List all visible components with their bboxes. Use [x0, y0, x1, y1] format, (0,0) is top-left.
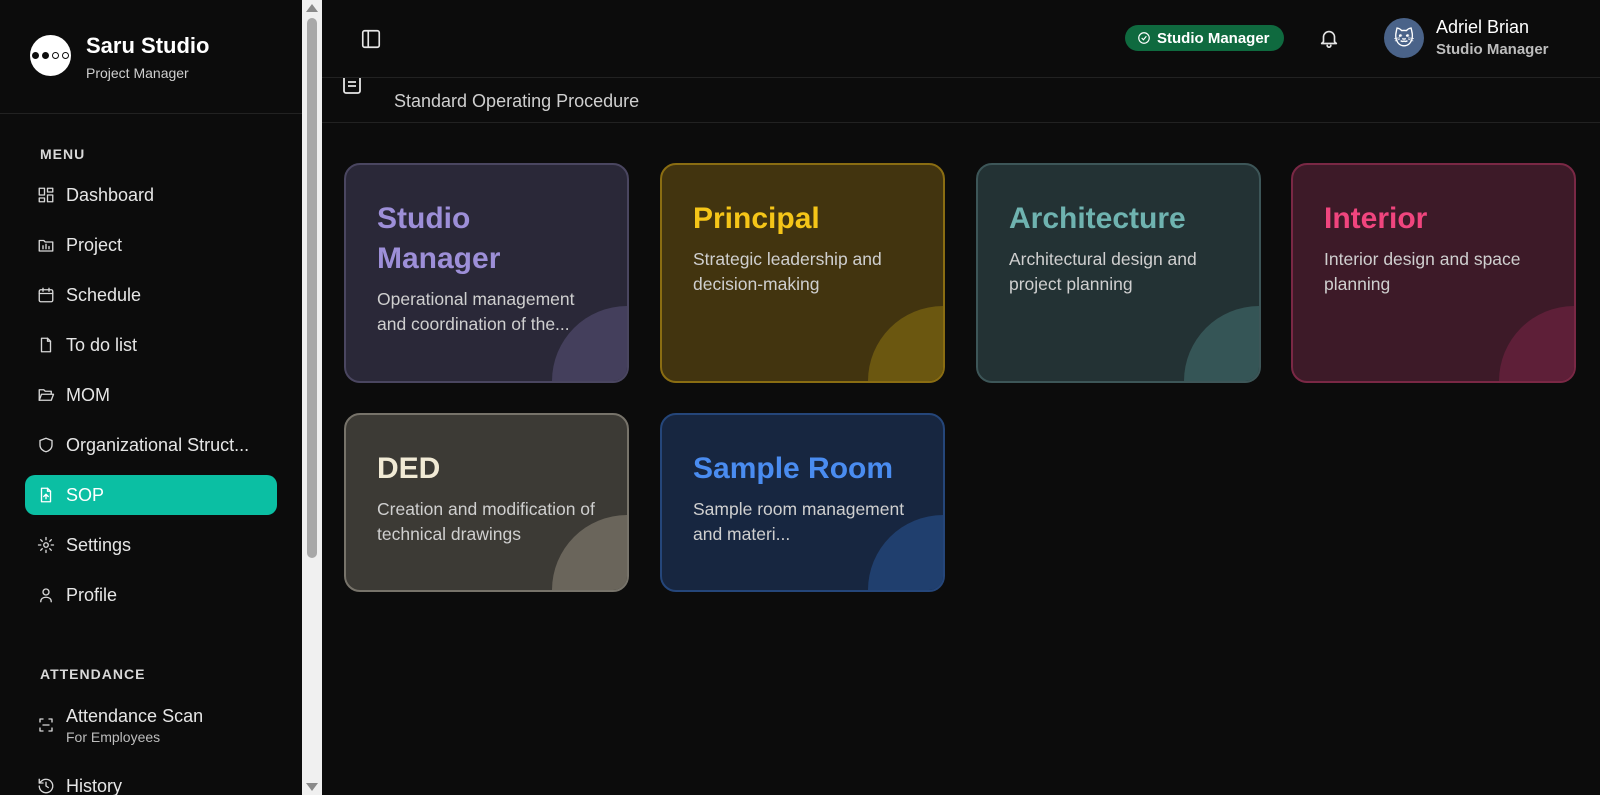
sidebar-toggle-button[interactable] [360, 28, 382, 50]
sop-card-description: Sample room management and materi... [693, 499, 905, 544]
page-subtitle: Standard Operating Procedure [394, 91, 640, 111]
sidebar-item-label: MOM [66, 384, 110, 405]
sop-card-title: DED [377, 452, 441, 485]
file-icon [36, 335, 56, 355]
brand-logo [30, 35, 71, 76]
sop-card-studio-manager[interactable]: Studio Manager Operational management an… [344, 163, 629, 383]
sop-card-principal[interactable]: Principal Strategic leadership and decis… [660, 163, 945, 383]
sidebar-item-settings[interactable]: Settings [25, 525, 277, 565]
user-icon [36, 585, 56, 605]
sidebar-item-label: Dashboard [66, 184, 155, 205]
sidebar-item-mom[interactable]: MOM [25, 375, 277, 415]
sidebar-item-project[interactable]: Project [25, 225, 277, 265]
sidebar: Saru Studio Project Manager MENU Dashboa… [0, 0, 302, 795]
brand-header: Saru Studio Project Manager [0, 0, 302, 114]
sop-card-description: Strategic leadership and decision-making [693, 249, 882, 294]
sop-card-interior[interactable]: Interior Interior design and space plann… [1291, 163, 1576, 383]
sidebar-item-label: Attendance Scan [66, 705, 204, 726]
sidebar-item-profile[interactable]: Profile [25, 575, 277, 615]
sop-card-description: Interior design and space planning [1324, 249, 1521, 294]
scroll-thumb[interactable] [307, 18, 317, 558]
user-role: Studio Manager [1436, 41, 1549, 58]
sop-card-title: Sample Room [693, 452, 894, 485]
project-icon [36, 235, 56, 255]
top-bar: Studio Manager 🐱 Adriel Brian Studio Man… [322, 0, 1600, 78]
sidebar-item-org-structure[interactable]: Organizational Struct... [25, 425, 277, 465]
dashboard-icon [36, 185, 56, 205]
sidebar-item-sop[interactable]: SOP [25, 475, 277, 515]
sop-card-description: Creation and modification of technical d… [377, 499, 595, 544]
sop-card-ded[interactable]: DED Creation and modification of technic… [344, 413, 629, 592]
folder-open-icon [36, 385, 56, 405]
sidebar-scrollbar[interactable] [302, 0, 322, 795]
sidebar-item-label: To do list [66, 334, 138, 355]
panel-left-icon [361, 29, 381, 49]
sidebar-item-label: Schedule [66, 284, 142, 305]
sidebar-item-text: Attendance Scan For Employees [66, 706, 203, 745]
bell-icon [1320, 30, 1338, 48]
calendar-icon [36, 285, 56, 305]
role-badge: Studio Manager [1125, 25, 1284, 51]
scroll-up-arrow-icon[interactable] [306, 4, 318, 12]
sop-card-title: Interior [1324, 202, 1428, 235]
sidebar-item-label: Project [66, 234, 123, 255]
sidebar-item-history[interactable]: History [25, 766, 277, 795]
sidebar-item-label: Settings [66, 534, 132, 555]
sop-card-description: Operational management and coordination … [377, 289, 575, 334]
menu-section-label: MENU [40, 146, 86, 162]
sidebar-item-dashboard[interactable]: Dashboard [25, 175, 277, 215]
sidebar-item-label: History [66, 775, 123, 795]
page-subheader: Standard Operating Procedure [322, 78, 1600, 123]
role-badge-label: Studio Manager [1157, 29, 1270, 47]
sidebar-item-sublabel: For Employees [66, 728, 161, 745]
app-root: Saru Studio Project Manager MENU Dashboa… [0, 0, 1600, 795]
brand-subtitle: Project Manager [86, 65, 189, 81]
shield-icon [36, 435, 56, 455]
sop-card-sample-room[interactable]: Sample Room Sample room management and m… [660, 413, 945, 592]
sop-card-corner-decoration [1499, 306, 1574, 381]
avatar[interactable]: 🐱 [1384, 18, 1424, 58]
sidebar-item-todo[interactable]: To do list [25, 325, 277, 365]
sidebar-item-attendance-scan[interactable]: Attendance Scan For Employees [25, 700, 277, 750]
sop-card-title: Studio Manager [377, 202, 501, 275]
main-content: Studio Manager 🐱 Adriel Brian Studio Man… [322, 0, 1600, 795]
sidebar-item-label: SOP [66, 484, 105, 505]
scan-icon [36, 715, 56, 735]
check-circle-icon [1138, 32, 1150, 44]
sidebar-item-label: Organizational Struct... [66, 434, 250, 455]
sidebar-item-label: Profile [66, 584, 118, 605]
sop-card-description: Architectural design and project plannin… [1009, 249, 1197, 294]
scroll-down-arrow-icon[interactable] [306, 783, 318, 791]
file-upload-icon [36, 485, 56, 505]
brand-name: Saru Studio [86, 33, 210, 58]
notifications-button[interactable] [1318, 27, 1340, 49]
sop-card-corner-decoration [868, 306, 943, 381]
user-name[interactable]: Adriel Brian [1436, 17, 1529, 38]
gear-icon [36, 535, 56, 555]
sop-card-title: Architecture [1009, 202, 1186, 235]
sop-card-corner-decoration [1184, 306, 1259, 381]
history-icon [36, 776, 56, 795]
cat-icon: 🐱 [1393, 27, 1415, 50]
sop-card-architecture[interactable]: Architecture Architectural design and pr… [976, 163, 1261, 383]
attendance-section-label: ATTENDANCE [40, 666, 146, 682]
document-icon [340, 78, 364, 96]
sop-card-title: Principal [693, 202, 820, 235]
sidebar-item-schedule[interactable]: Schedule [25, 275, 277, 315]
